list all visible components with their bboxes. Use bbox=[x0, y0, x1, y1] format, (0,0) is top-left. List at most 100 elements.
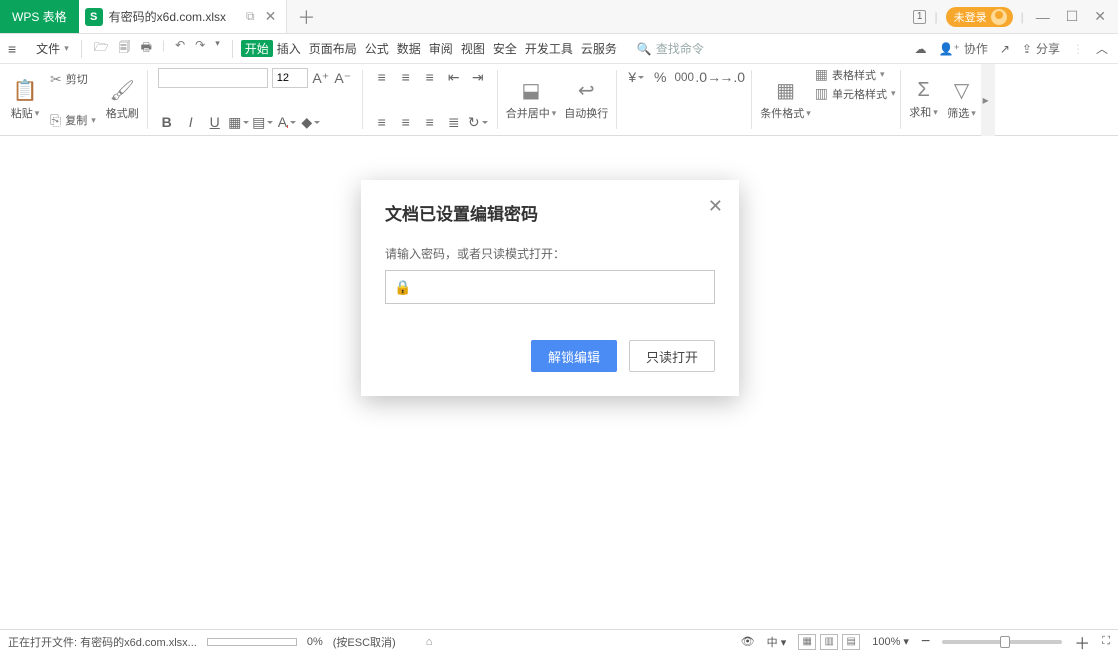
align-middle-icon[interactable]: ≡ bbox=[397, 68, 415, 86]
indent-left-icon[interactable]: ⇤ bbox=[445, 68, 463, 86]
align-right-icon[interactable]: ≡ bbox=[421, 113, 439, 131]
tab-insert[interactable]: 插入 bbox=[273, 40, 305, 57]
collapse-ribbon-icon[interactable]: ︿ bbox=[1096, 40, 1108, 57]
menu-bar: ≡ 文件▾ 🗁 🗐 🖶 | ↶ ↷ ▾ 开始 插入 页面布局 公式 数据 审阅 … bbox=[0, 34, 1118, 64]
workspace: ✕ 文档已设置编辑密码 请输入密码，或者只读模式打开： 🔒 解锁编辑 只读打开 bbox=[0, 136, 1118, 629]
align-center-icon[interactable]: ≡ bbox=[397, 113, 415, 131]
highlight-button[interactable]: ◆ bbox=[302, 113, 320, 131]
tab-formula[interactable]: 公式 bbox=[361, 40, 393, 57]
tab-layout[interactable]: 页面布局 bbox=[305, 40, 361, 57]
cut-button[interactable]: ✂剪切 bbox=[50, 68, 96, 90]
dec-decimal-icon[interactable]: →.0 bbox=[723, 68, 741, 86]
increase-font-icon[interactable]: A⁺ bbox=[312, 69, 330, 87]
borders-button[interactable]: ▦ bbox=[230, 113, 248, 131]
fullscreen-icon[interactable]: ⛶ bbox=[1102, 635, 1110, 648]
window-count-badge[interactable]: 1 bbox=[913, 10, 927, 24]
font-size-input[interactable] bbox=[272, 68, 308, 88]
paste-button[interactable]: 📋粘贴▾ bbox=[6, 64, 44, 135]
align-left-icon[interactable]: ≡ bbox=[373, 113, 391, 131]
sum-button[interactable]: Σ求和▾ bbox=[905, 64, 943, 135]
font-color-button[interactable]: A bbox=[278, 113, 296, 131]
tab-data[interactable]: 数据 bbox=[393, 40, 425, 57]
view-normal-icon[interactable]: ▦ bbox=[798, 634, 816, 650]
undo-icon[interactable]: ↶ bbox=[175, 38, 185, 59]
status-bar: 正在打开文件: 有密码的x6d.com.xlsx... 0% (按ESC取消) … bbox=[0, 629, 1118, 653]
inc-decimal-icon[interactable]: .0→ bbox=[699, 68, 717, 86]
qa-more-icon[interactable]: ▾ bbox=[215, 38, 220, 59]
share-button[interactable]: ⇪分享 bbox=[1022, 40, 1060, 57]
command-search[interactable]: 🔍 查找命令 bbox=[637, 40, 704, 57]
italic-button[interactable]: I bbox=[182, 113, 200, 131]
close-window-button[interactable]: ✕ bbox=[1090, 8, 1110, 25]
conditional-format-button[interactable]: ▦条件格式▾ bbox=[756, 64, 815, 135]
percent-button[interactable]: % bbox=[651, 68, 669, 86]
tab-view[interactable]: 视图 bbox=[457, 40, 489, 57]
pin-icon[interactable]: ⧉ bbox=[246, 9, 255, 24]
file-menu[interactable]: 文件▾ bbox=[32, 40, 73, 57]
zoom-out-button[interactable]: − bbox=[921, 633, 930, 651]
close-tab-icon[interactable]: ✕ bbox=[265, 8, 277, 25]
password-input[interactable] bbox=[417, 272, 706, 302]
tab-start[interactable]: 开始 bbox=[241, 40, 273, 57]
table-style-button[interactable]: ▦表格样式▾ bbox=[815, 66, 896, 83]
copy-button[interactable]: ⎘复制▾ bbox=[50, 109, 96, 131]
align-bottom-icon[interactable]: ≡ bbox=[421, 68, 439, 86]
hamburger-icon[interactable]: ≡ bbox=[0, 41, 24, 57]
dialog-close-button[interactable]: ✕ bbox=[708, 196, 723, 217]
tab-security[interactable]: 安全 bbox=[489, 40, 521, 57]
comma-button[interactable]: 000 bbox=[675, 68, 693, 86]
search-icon: 🔍 bbox=[637, 42, 652, 56]
password-dialog: ✕ 文档已设置编辑密码 请输入密码，或者只读模式打开： 🔒 解锁编辑 只读打开 bbox=[361, 180, 739, 396]
orientation-icon[interactable]: ↻ bbox=[469, 113, 487, 131]
zoom-in-button[interactable]: ＋ bbox=[1074, 630, 1090, 654]
merge-center-button[interactable]: ⬓合并居中▾ bbox=[502, 64, 561, 135]
title-bar: WPS 表格 S 有密码的x6d.com.xlsx ⧉ ✕ ＋ 1 | 未登录 … bbox=[0, 0, 1118, 34]
format-painter-button[interactable]: 🖌格式刷 bbox=[102, 64, 143, 135]
spreadsheet-icon: S bbox=[85, 8, 103, 26]
message-icon[interactable]: ↗ bbox=[1000, 42, 1010, 56]
ime-icon[interactable]: 中 ▾ bbox=[767, 634, 787, 650]
view-break-icon[interactable]: ▤ bbox=[842, 634, 860, 650]
tab-dev[interactable]: 开发工具 bbox=[521, 40, 577, 57]
underline-button[interactable]: U bbox=[206, 113, 224, 131]
ribbon: 📋粘贴▾ ✂剪切 ⎘复制▾ 🖌格式刷 A⁺ A⁻ B I U ▦ ▤ A ◆ ≡… bbox=[0, 64, 1118, 136]
filter-button[interactable]: ▽筛选▾ bbox=[943, 64, 981, 135]
font-family-input[interactable] bbox=[158, 68, 268, 88]
search-placeholder: 查找命令 bbox=[656, 40, 704, 57]
new-tab-button[interactable]: ＋ bbox=[287, 0, 325, 33]
record-icon[interactable]: ⌂ bbox=[426, 636, 433, 648]
lock-icon: 🔒 bbox=[394, 279, 411, 296]
minimize-button[interactable]: — bbox=[1032, 9, 1054, 25]
save-icon[interactable]: 🗐 bbox=[119, 38, 131, 59]
readonly-open-button[interactable]: 只读打开 bbox=[629, 340, 715, 372]
collab-button[interactable]: 👤⁺协作 bbox=[939, 40, 988, 57]
progress-percent: 0% bbox=[307, 636, 323, 648]
ribbon-expand-icon[interactable]: ▸ bbox=[981, 64, 995, 136]
unlock-edit-button[interactable]: 解锁编辑 bbox=[531, 340, 617, 372]
cloud-sync-icon[interactable]: ☁ bbox=[915, 42, 927, 56]
cell-fill-button[interactable]: ▤ bbox=[254, 113, 272, 131]
currency-button[interactable]: ¥ bbox=[627, 68, 645, 86]
print-icon[interactable]: 🖶 bbox=[141, 38, 152, 59]
dialog-hint: 请输入密码，或者只读模式打开： bbox=[385, 245, 715, 262]
tab-review[interactable]: 审阅 bbox=[425, 40, 457, 57]
cell-style-button[interactable]: ▥单元格样式▾ bbox=[815, 85, 896, 102]
wrap-text-button[interactable]: ↩自动换行 bbox=[560, 64, 612, 135]
view-page-icon[interactable]: ▥ bbox=[820, 634, 838, 650]
indent-right-icon[interactable]: ⇥ bbox=[469, 68, 487, 86]
document-tab[interactable]: S 有密码的x6d.com.xlsx ⧉ ✕ bbox=[79, 0, 288, 33]
zoom-slider[interactable] bbox=[942, 640, 1062, 644]
redo-icon[interactable]: ↷ bbox=[195, 38, 205, 59]
align-top-icon[interactable]: ≡ bbox=[373, 68, 391, 86]
maximize-button[interactable]: ☐ bbox=[1062, 8, 1083, 25]
progress-bar bbox=[207, 638, 297, 646]
decrease-font-icon[interactable]: A⁻ bbox=[334, 69, 352, 87]
zoom-percent[interactable]: 100% ▾ bbox=[872, 635, 909, 648]
eye-icon[interactable]: 👁 bbox=[741, 635, 755, 648]
justify-icon[interactable]: ≣ bbox=[445, 113, 463, 131]
bold-button[interactable]: B bbox=[158, 113, 176, 131]
tab-cloud[interactable]: 云服务 bbox=[577, 40, 621, 57]
open-icon[interactable]: 🗁 bbox=[94, 38, 109, 59]
login-button[interactable]: 未登录 bbox=[946, 7, 1013, 27]
dialog-title: 文档已设置编辑密码 bbox=[385, 200, 715, 225]
